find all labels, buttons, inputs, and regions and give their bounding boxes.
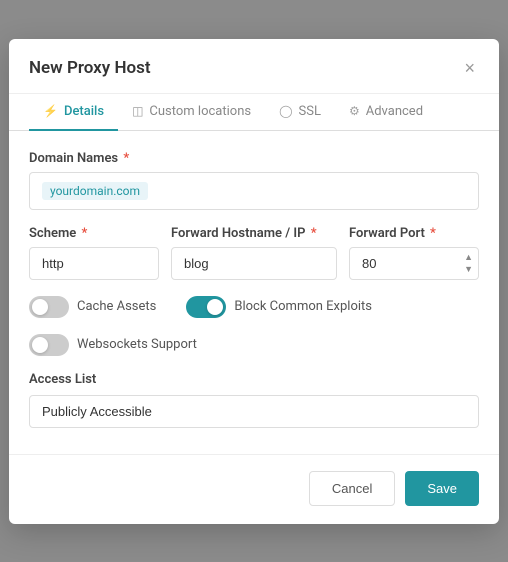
- modal-title: New Proxy Host: [29, 58, 151, 78]
- domain-names-required: *: [120, 151, 129, 166]
- tab-advanced-label: Advanced: [366, 104, 423, 119]
- modal-header: New Proxy Host ×: [9, 39, 499, 94]
- toggles-row: Cache Assets Block Common Exploits: [29, 296, 479, 318]
- forward-hostname-input[interactable]: [171, 247, 337, 280]
- websockets-label: Websockets Support: [77, 337, 197, 352]
- websockets-slider: [29, 334, 69, 356]
- access-list-group: Access List: [29, 372, 479, 428]
- forward-port-input[interactable]: [349, 247, 479, 280]
- cache-assets-item: Cache Assets: [29, 296, 156, 318]
- domain-names-label: Domain Names *: [29, 151, 479, 166]
- cache-assets-slider: [29, 296, 69, 318]
- port-decrement[interactable]: ▼: [462, 264, 475, 275]
- cancel-button[interactable]: Cancel: [309, 471, 395, 506]
- websockets-row: Websockets Support: [29, 334, 479, 356]
- access-list-label: Access List: [29, 372, 479, 387]
- scheme-group: Scheme *: [29, 226, 159, 280]
- new-proxy-host-modal: New Proxy Host × ⚡ Details ◫ Custom loca…: [9, 39, 499, 524]
- access-list-input[interactable]: [29, 395, 479, 428]
- tab-details[interactable]: ⚡ Details: [29, 94, 118, 131]
- domain-names-input[interactable]: yourdomain.com: [29, 172, 479, 210]
- ssl-tab-icon: ◯: [279, 104, 292, 118]
- forward-port-group: Forward Port * ▲ ▼: [349, 226, 479, 280]
- scheme-label: Scheme *: [29, 226, 159, 241]
- tab-custom-locations[interactable]: ◫ Custom locations: [118, 94, 265, 131]
- block-exploits-slider: [186, 296, 226, 318]
- domain-tag: yourdomain.com: [42, 182, 148, 200]
- custom-locations-tab-icon: ◫: [132, 104, 143, 118]
- close-button[interactable]: ×: [460, 57, 479, 79]
- tab-ssl[interactable]: ◯ SSL: [265, 94, 335, 131]
- modal-footer: Cancel Save: [9, 454, 499, 524]
- tab-advanced[interactable]: ⚙ Advanced: [335, 94, 437, 131]
- cache-assets-label: Cache Assets: [77, 299, 156, 314]
- cache-assets-toggle[interactable]: [29, 296, 69, 318]
- tab-ssl-label: SSL: [299, 104, 321, 119]
- domain-names-group: Domain Names * yourdomain.com: [29, 151, 479, 210]
- connection-fields: Scheme * Forward Hostname / IP * Forward…: [29, 226, 479, 280]
- forward-port-label: Forward Port *: [349, 226, 479, 241]
- port-input-wrap: ▲ ▼: [349, 247, 479, 280]
- block-exploits-toggle[interactable]: [186, 296, 226, 318]
- port-increment[interactable]: ▲: [462, 252, 475, 263]
- websockets-toggle[interactable]: [29, 334, 69, 356]
- port-spinners: ▲ ▼: [462, 252, 475, 275]
- tab-bar: ⚡ Details ◫ Custom locations ◯ SSL ⚙ Adv…: [9, 94, 499, 131]
- modal-body: Domain Names * yourdomain.com Scheme * F…: [9, 131, 499, 454]
- forward-hostname-label: Forward Hostname / IP *: [171, 226, 337, 241]
- details-tab-icon: ⚡: [43, 104, 58, 118]
- tab-details-label: Details: [64, 104, 104, 119]
- block-exploits-label: Block Common Exploits: [234, 299, 372, 314]
- save-button[interactable]: Save: [405, 471, 479, 506]
- forward-hostname-group: Forward Hostname / IP *: [171, 226, 337, 280]
- tab-custom-locations-label: Custom locations: [149, 104, 251, 119]
- advanced-tab-icon: ⚙: [349, 104, 360, 118]
- scheme-input[interactable]: [29, 247, 159, 280]
- block-exploits-item: Block Common Exploits: [186, 296, 372, 318]
